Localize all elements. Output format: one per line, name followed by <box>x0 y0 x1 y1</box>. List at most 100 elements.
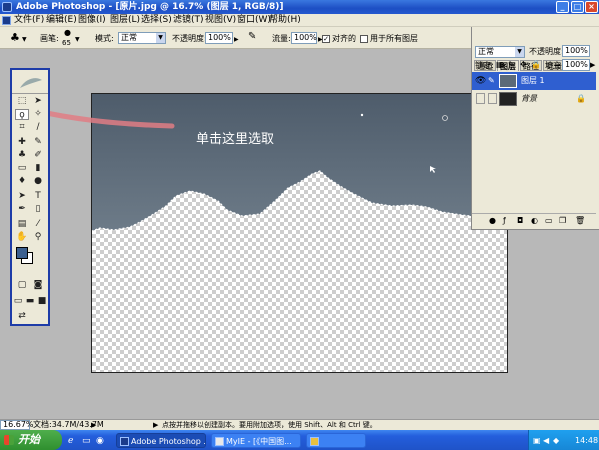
menu-image[interactable]: 图像(I) <box>78 15 106 26</box>
healing-brush-tool-icon[interactable]: ✚ <box>15 137 29 148</box>
adjustment-layer-icon[interactable]: ◐ <box>531 216 538 226</box>
slice-tool-icon[interactable]: ∕ <box>31 122 45 133</box>
brush-size-value[interactable]: 65 <box>62 38 71 48</box>
lock-pixels-icon[interactable]: ✎ <box>508 60 515 70</box>
background-layer-name[interactable]: 背景 <box>521 90 599 108</box>
dodge-tool-icon[interactable]: ● <box>31 176 45 187</box>
pen-tool-icon[interactable]: ✒ <box>15 204 29 215</box>
menu-layer[interactable]: 图层(L) <box>110 15 140 26</box>
lock-transparency-icon[interactable]: ▦ <box>496 60 504 70</box>
background-link-box[interactable] <box>488 93 497 104</box>
notes-tool-icon[interactable]: ▤ <box>15 219 29 230</box>
delete-layer-icon[interactable]: 🗑 <box>575 216 585 226</box>
menu-help[interactable]: 帮助(H) <box>269 15 301 26</box>
menu-filter[interactable]: 滤镜(T) <box>173 15 204 26</box>
lasso-tool-icon[interactable]: ϙ <box>15 109 29 120</box>
blend-mode-select[interactable]: 正常 ▼ <box>475 46 525 58</box>
quick-mask-icon[interactable]: ◙ <box>31 280 45 291</box>
brush-tool-icon[interactable]: ✎ <box>31 137 45 148</box>
foreground-color-swatch[interactable] <box>16 247 28 259</box>
hand-tool-icon[interactable]: ✋ <box>15 232 29 243</box>
close-button[interactable]: × <box>585 1 598 13</box>
photoshop-icon <box>2 2 12 12</box>
task-photoshop[interactable]: Adobe Photoshop ... <box>116 433 206 448</box>
feather-logo-icon <box>20 78 42 88</box>
zoom-tool-icon[interactable]: ⚲ <box>31 232 45 243</box>
new-layer-icon[interactable]: ❐ <box>559 216 566 226</box>
start-label: 开始 <box>18 433 40 446</box>
tool-preset-dropdown-icon[interactable]: ▼ <box>22 35 27 45</box>
opacity-field[interactable]: 100% <box>205 32 233 44</box>
panel-menu-icon[interactable]: ▶ <box>590 60 595 70</box>
chevron-down-icon: ▼ <box>515 47 524 57</box>
clone-stamp-tool-icon[interactable]: ♣ <box>15 150 29 161</box>
layer-1-name[interactable]: 图层 1 <box>521 72 599 90</box>
layer-visibility-eye-icon[interactable]: 👁 <box>475 76 486 86</box>
zoom-field[interactable]: 16.67% <box>0 420 34 430</box>
quick-launch-ie-icon[interactable]: ℯ <box>68 436 73 446</box>
aligned-checkbox[interactable]: ✓ <box>322 35 330 43</box>
all-layers-checkbox[interactable] <box>360 35 368 43</box>
layer-1-thumbnail <box>499 74 517 88</box>
screen-mode-standard-icon[interactable]: ▭ <box>12 296 24 307</box>
brush-tip-icon[interactable]: ● <box>64 28 71 38</box>
toolbox-header <box>12 70 48 94</box>
screen-mode-full-icon[interactable]: ■ <box>36 296 48 307</box>
tray-security-icon[interactable]: ◆ <box>553 436 559 446</box>
annotation-stroke <box>29 107 175 129</box>
history-brush-tool-icon[interactable]: ✐ <box>31 150 45 161</box>
lock-label: 锁定: <box>475 61 494 70</box>
airbrush-icon[interactable]: ✎ <box>248 32 256 42</box>
menu-file[interactable]: 文件(F) <box>14 15 44 26</box>
minimize-button[interactable]: _ <box>556 1 569 13</box>
jump-to-imageready-icon[interactable]: ⇄ <box>15 311 29 322</box>
task-third[interactable] <box>306 433 366 448</box>
fill-field[interactable]: 100% <box>562 59 590 71</box>
tray-network-icon[interactable]: ▣ <box>533 436 541 446</box>
brush-dropdown-icon[interactable]: ▼ <box>75 35 80 45</box>
lock-position-icon[interactable]: ✥ <box>520 60 527 70</box>
flow-field[interactable]: 100% <box>291 32 317 44</box>
tray-volume-icon[interactable]: ◀ <box>543 436 549 446</box>
layer-mask-icon[interactable]: ◘ <box>517 216 523 226</box>
mode-select[interactable]: 正常 ▼ <box>118 32 166 44</box>
all-layers-label: 用于所有图层 <box>370 34 418 43</box>
quick-launch-media-icon[interactable]: ◉ <box>96 436 104 446</box>
status-menu-icon[interactable]: ▶ <box>91 420 96 430</box>
clone-stamp-tool-icon[interactable]: ♣ <box>10 32 20 43</box>
start-button[interactable]: 开始 <box>0 430 62 450</box>
quick-launch-desktop-icon[interactable]: ▭ <box>82 436 91 446</box>
background-visibility-box[interactable] <box>476 93 485 104</box>
app-menu-icon[interactable] <box>2 16 11 25</box>
crop-tool-icon[interactable]: ⌗ <box>15 122 29 133</box>
type-tool-icon[interactable]: T <box>31 191 45 202</box>
status-bar: 16.67% 文档:34.7M/43.7M ▶ ▶ 点按并拖移以创建副本。要用附… <box>0 419 599 430</box>
menu-select[interactable]: 选择(S) <box>141 15 172 26</box>
task-myie[interactable]: MyIE - [《中国图... <box>211 433 301 448</box>
eyedropper-tool-icon[interactable]: ⁄ <box>31 219 45 230</box>
maximize-button[interactable]: □ <box>571 1 584 13</box>
menu-view[interactable]: 视图(V) <box>205 15 236 26</box>
status-arrow-icon: ▶ <box>153 421 159 429</box>
document-canvas[interactable] <box>91 93 508 373</box>
magic-wand-tool-icon[interactable]: ✧ <box>31 109 45 120</box>
blur-tool-icon[interactable]: ♦ <box>15 176 29 187</box>
layer-opacity-label: 不透明度: <box>529 47 564 56</box>
opacity-slider-icon[interactable]: ▶ <box>234 35 239 45</box>
new-group-icon[interactable]: ▭ <box>545 216 553 226</box>
shape-tool-icon[interactable]: ▯ <box>31 204 45 215</box>
marquee-tool-icon[interactable]: ⬚ <box>15 96 29 107</box>
move-tool-icon[interactable]: ➤ <box>31 96 45 107</box>
menu-window[interactable]: 窗口(W) <box>237 15 271 26</box>
lock-all-icon[interactable]: 🔒 <box>531 60 541 70</box>
eraser-tool-icon[interactable]: ▭ <box>15 163 29 174</box>
system-tray: ▣ ◀ ◆ 14:48 <box>528 430 599 450</box>
screen-mode-full-menu-icon[interactable]: ▬ <box>24 296 36 307</box>
standard-mode-icon[interactable]: ▢ <box>15 280 29 291</box>
gradient-tool-icon[interactable]: ▮ <box>31 163 45 174</box>
layer-opacity-field[interactable]: 100% <box>562 45 590 57</box>
layer-style-icon[interactable]: ƒ <box>503 216 506 226</box>
link-layers-icon[interactable]: ● <box>489 216 496 226</box>
menu-edit[interactable]: 编辑(E) <box>46 15 77 26</box>
path-selection-tool-icon[interactable]: ➤ <box>15 191 29 202</box>
